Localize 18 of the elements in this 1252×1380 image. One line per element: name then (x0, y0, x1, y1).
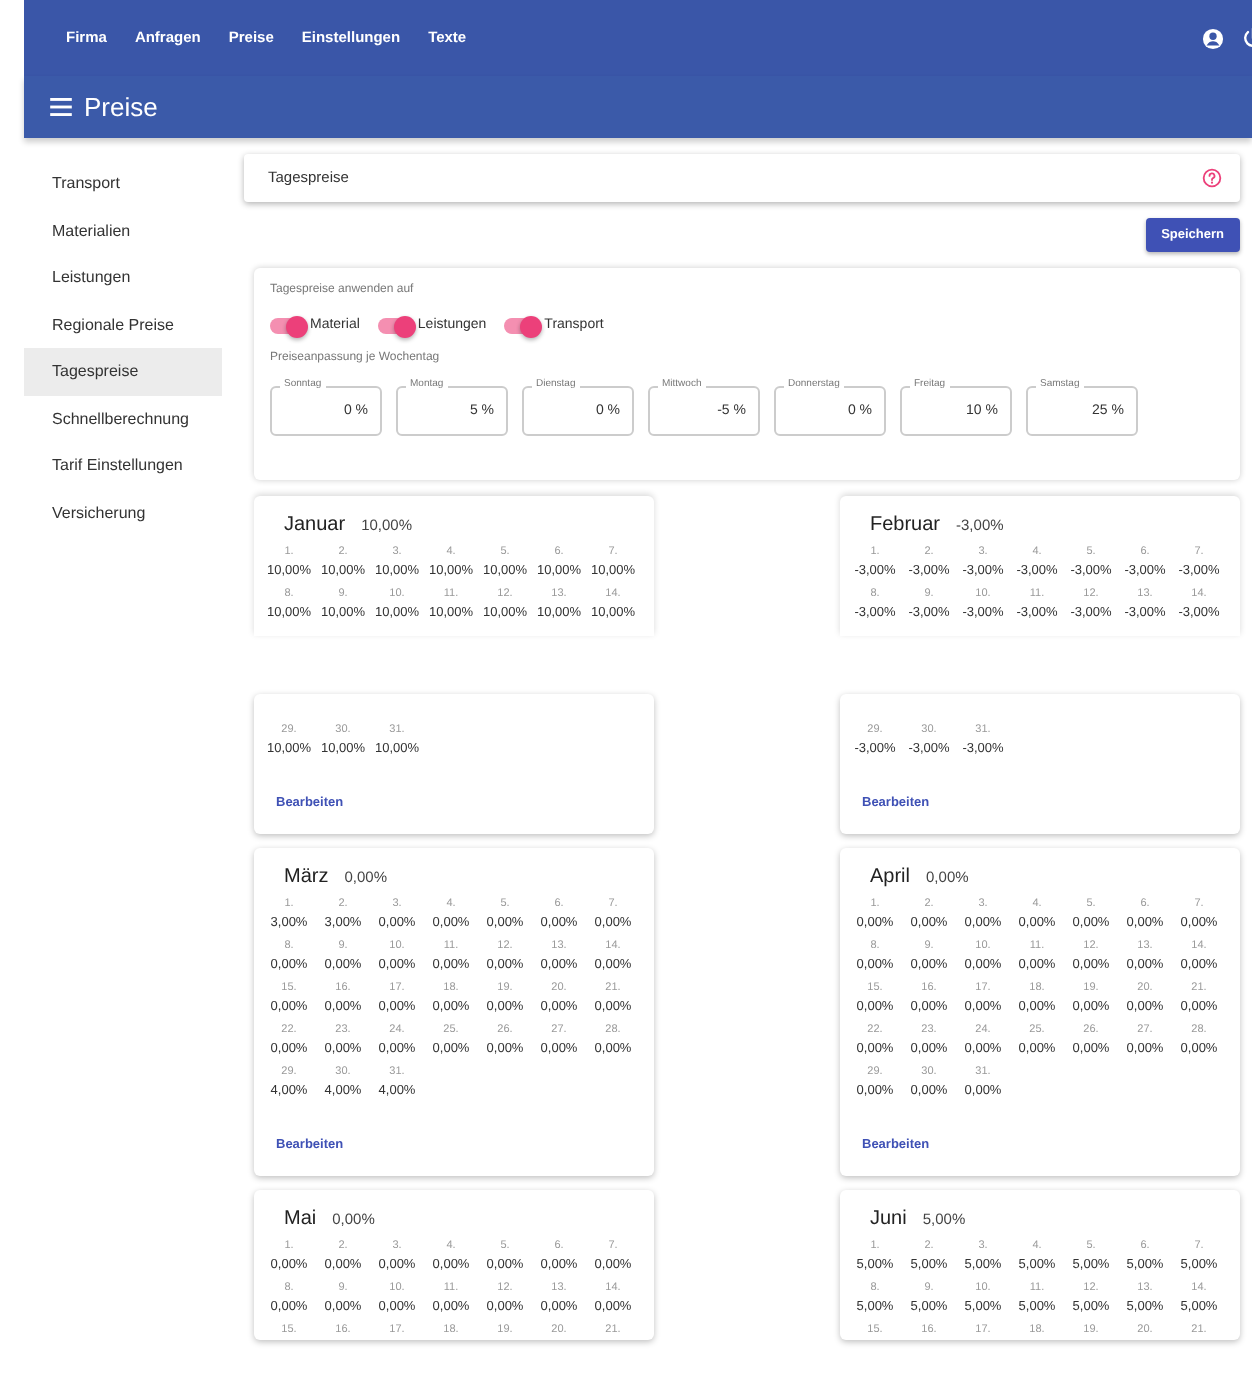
month-name: Juni (870, 1206, 907, 1234)
sidebar-item[interactable]: Tagespreise (24, 348, 222, 395)
account-icon[interactable] (1202, 27, 1224, 49)
sidebar-item[interactable]: Materialien (24, 207, 222, 254)
month-name: Februar (870, 512, 941, 540)
sidebar-item[interactable]: Versicherung (24, 489, 222, 536)
sidebar-item[interactable]: Regionale Preise (24, 301, 222, 348)
menu-icon[interactable] (50, 98, 72, 116)
month-name: März (284, 864, 329, 892)
help-icon[interactable] (1202, 168, 1222, 188)
sidebar-item[interactable]: Transport (24, 160, 222, 207)
page-title: Preise (84, 89, 158, 126)
sidebar-item[interactable]: Tarif Einstellungen (24, 442, 222, 489)
month-name: April (870, 864, 911, 892)
month-name: Januar (284, 512, 346, 540)
sidebar-item[interactable]: Schnellberechnung (24, 395, 222, 442)
sidebar-item[interactable]: Leistungen (24, 254, 222, 301)
month-name: Mai (284, 1206, 317, 1234)
